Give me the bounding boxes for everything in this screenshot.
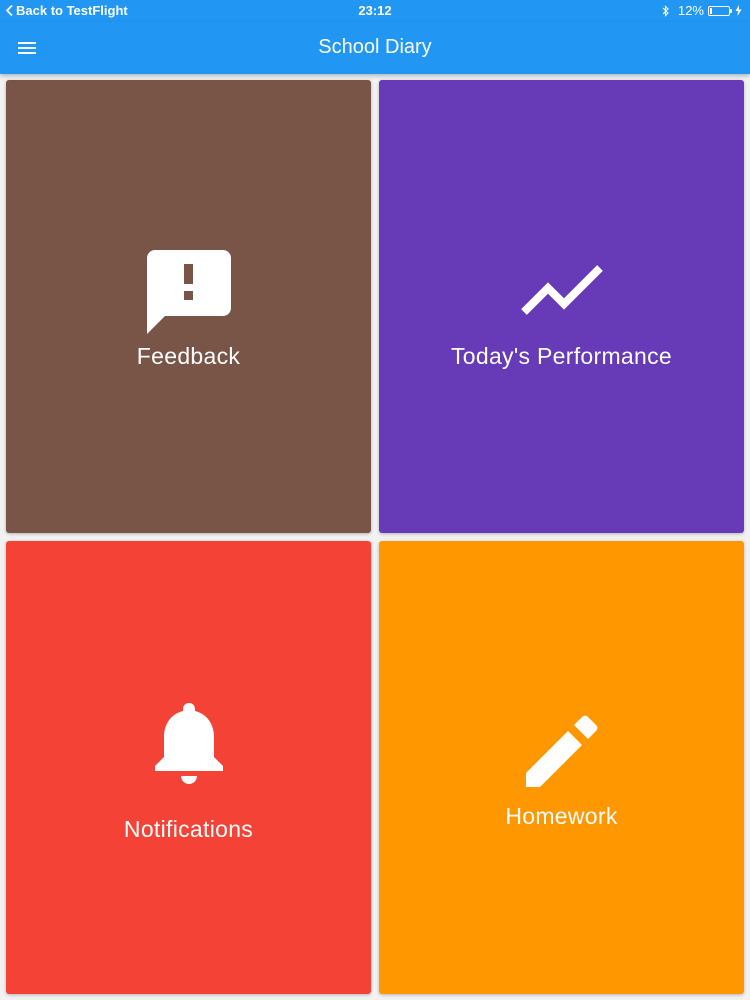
app-screen: Back to TestFlight 23:12 12% School Diar… [0,0,750,1000]
status-time: 23:12 [358,3,392,18]
status-bar: Back to TestFlight 23:12 12% [0,0,750,22]
feedback-alert-icon [146,250,231,334]
app-bar: School Diary [0,22,750,74]
charging-bolt-icon [735,5,742,16]
homework-tile[interactable]: Homework [379,541,744,994]
todays-performance-label: Today's Performance [450,343,673,369]
battery-icon [708,5,732,16]
battery-percent: 12% [677,3,704,18]
pencil-icon [525,715,597,787]
feedback-label: Feedback [136,343,241,369]
battery-level-fill [710,7,712,14]
notifications-label: Notifications [123,816,254,842]
status-indicators: 12% [662,3,742,18]
bluetooth-icon [662,4,669,17]
feedback-tile[interactable]: Feedback [6,80,371,533]
trending-up-icon [520,265,603,315]
homework-label: Homework [505,803,618,829]
bell-icon [154,703,223,784]
todays-performance-tile[interactable]: Today's Performance [379,80,744,533]
notifications-tile[interactable]: Notifications [6,541,371,994]
app-title: School Diary [318,36,432,58]
